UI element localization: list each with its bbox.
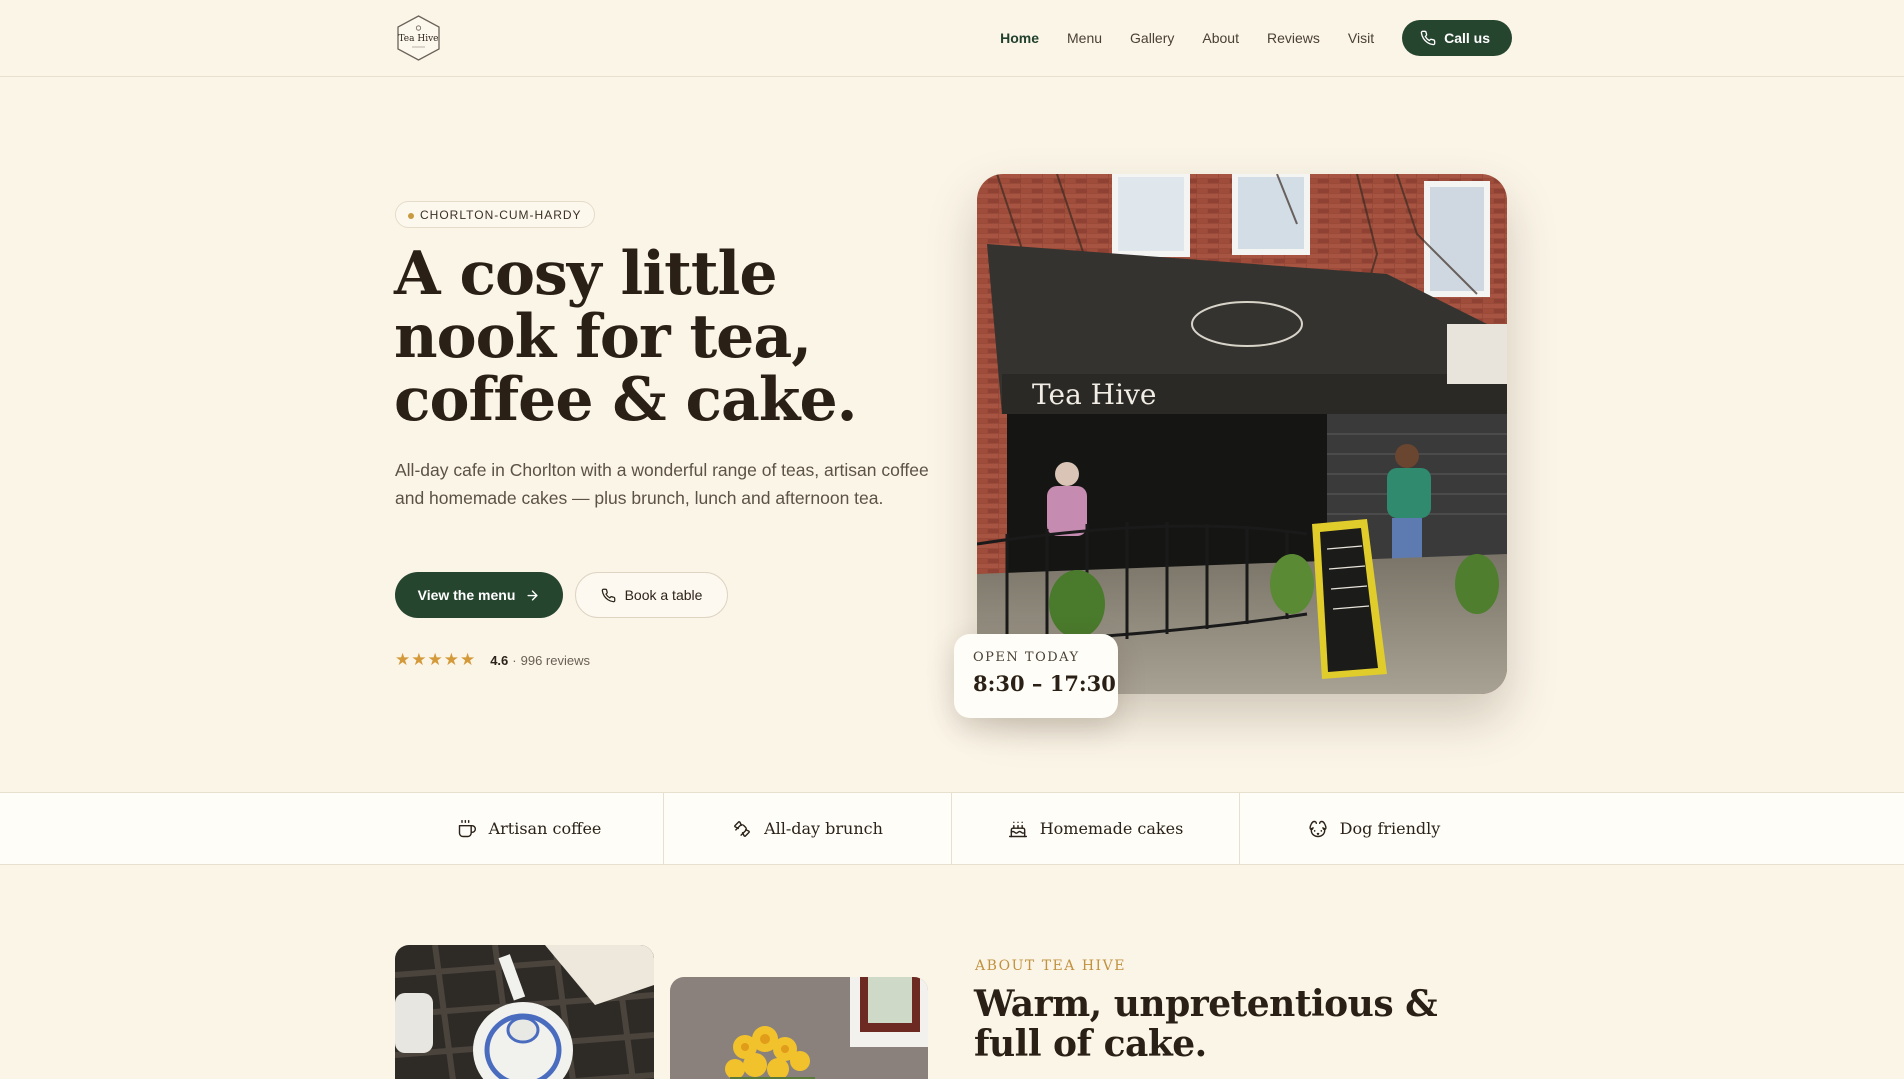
rating-summary: ★★★★★ 4.6 · 996 reviews [395, 650, 590, 669]
about-title: Warm, unpretentious & full of cake. [974, 983, 1438, 1065]
view-menu-button[interactable]: View the menu [395, 572, 563, 618]
arrow-right-icon [527, 589, 538, 601]
feature-label: Dog friendly [1339, 819, 1441, 838]
nav-link-gallery[interactable]: Gallery [1130, 30, 1174, 46]
hero-title: A cosy little nook for tea, coffee & cak… [394, 239, 858, 435]
feature-all-day-brunch: All-day brunch [664, 793, 951, 864]
location-pill: CHORLTON-CUM-HARDY [395, 201, 595, 228]
teapot-photo [395, 945, 654, 1079]
top-nav: Tea Hive Home Menu Gallery About Reviews… [0, 0, 1904, 77]
nav-link-visit[interactable]: Visit [1348, 30, 1374, 46]
phone-icon [601, 588, 615, 602]
dog-icon [1309, 820, 1327, 837]
call-us-button[interactable]: Call us [1402, 20, 1512, 56]
rating-separator: · [512, 652, 517, 668]
storefront-photo: Tea Hive [977, 174, 1507, 694]
feature-label: All-day brunch [764, 819, 883, 838]
about-kicker: ABOUT TEA HIVE [975, 958, 1126, 974]
view-menu-label: View the menu [417, 587, 516, 603]
feature-artisan-coffee: Artisan coffee [395, 793, 663, 864]
svg-text:Tea Hive: Tea Hive [399, 34, 439, 44]
nav-link-home[interactable]: Home [1000, 30, 1039, 46]
feature-dog-friendly: Dog friendly [1240, 793, 1508, 864]
tea-hive-logo[interactable]: Tea Hive [395, 14, 442, 62]
opening-hours-card: OPEN TODAY 8:30 – 17:30 [954, 634, 1118, 718]
review-count: 996 reviews [520, 652, 590, 668]
feature-strip: Artisan coffee All-day brunch Homemade c… [0, 792, 1904, 865]
star-rating-icons: ★★★★★ [395, 650, 477, 669]
hero-subtitle: All-day cafe in Chorlton with a wonderfu… [395, 460, 929, 508]
svg-text:Tea Hive: Tea Hive [1032, 378, 1156, 411]
cake-icon [1008, 821, 1027, 837]
book-table-button[interactable]: Book a table [575, 572, 728, 618]
nav-link-reviews[interactable]: Reviews [1267, 30, 1320, 46]
call-us-label: Call us [1444, 30, 1490, 46]
feature-homemade-cakes: Homemade cakes [952, 793, 1239, 864]
nav-link-about[interactable]: About [1202, 30, 1239, 46]
feature-label: Artisan coffee [488, 819, 602, 838]
croissant-icon [734, 820, 750, 837]
feature-label: Homemade cakes [1039, 819, 1184, 838]
open-hours: 8:30 – 17:30 [973, 671, 1116, 696]
book-table-label: Book a table [624, 587, 703, 603]
nav-links: Home Menu Gallery About Reviews Visit Ca… [972, 19, 1512, 57]
coffee-cup-icon [458, 819, 476, 837]
daffodils-photo [670, 977, 928, 1079]
nav-link-menu[interactable]: Menu [1067, 30, 1102, 46]
phone-icon [1420, 30, 1436, 46]
rating-value: 4.6 [490, 652, 509, 668]
open-today-label: OPEN TODAY [973, 650, 1080, 665]
